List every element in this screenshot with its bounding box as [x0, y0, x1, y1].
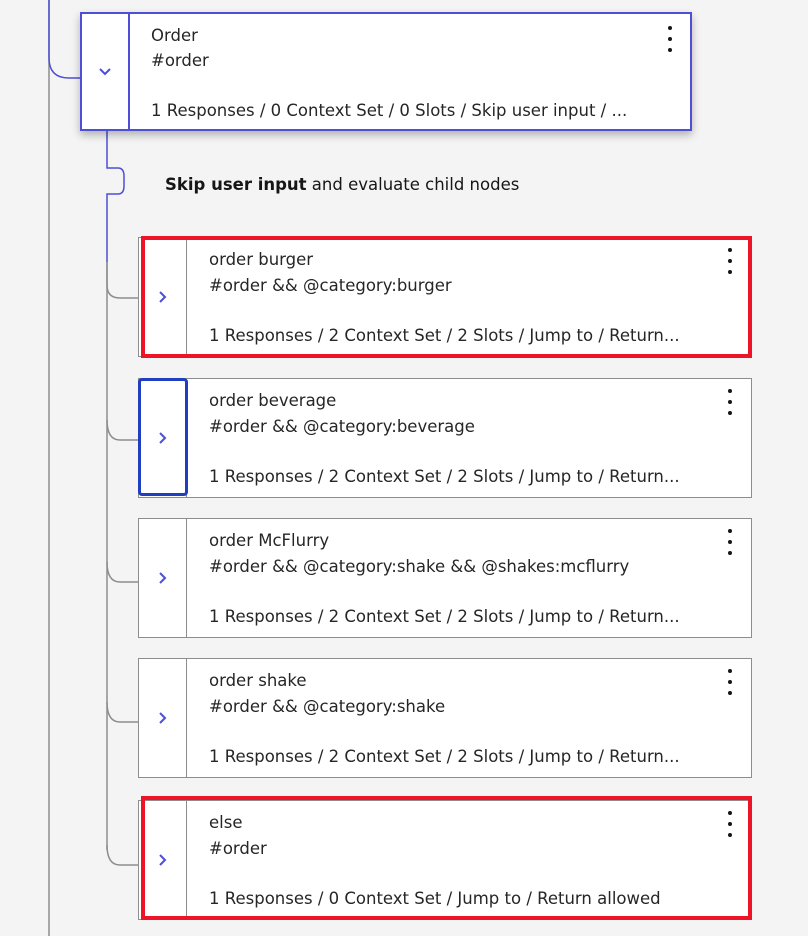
expand-toggle-button[interactable]	[139, 238, 187, 356]
chevron-right-icon	[158, 712, 166, 724]
overflow-menu-vertical-icon[interactable]	[723, 389, 737, 415]
chevron-right-icon	[158, 291, 166, 303]
node-summary: 1 Responses / 0 Context Set / Jump to / …	[209, 889, 661, 908]
overflow-menu-vertical-icon[interactable]	[723, 811, 737, 837]
dialog-node-order-burger[interactable]: order burger #order && @category:burger …	[138, 237, 752, 357]
node-title: order beverage	[209, 391, 337, 410]
expand-toggle-button[interactable]	[139, 519, 187, 637]
node-condition: #order && @category:shake	[209, 697, 446, 716]
node-summary: 1 Responses / 0 Context Set / 0 Slots / …	[151, 101, 628, 120]
dialog-node-order-beverage[interactable]: order beverage #order && @category:bever…	[138, 378, 752, 498]
skip-user-input-description: and evaluate child nodes	[306, 175, 520, 194]
node-title: Order	[151, 26, 198, 45]
child-branch-1	[106, 419, 138, 441]
dialog-node-order[interactable]: Order #order 1 Responses / 0 Context Set…	[80, 12, 692, 131]
node-title: order McFlurry	[209, 531, 330, 550]
chevron-right-icon	[158, 572, 166, 584]
child-branch-0	[106, 262, 138, 299]
overflow-menu-vertical-icon[interactable]	[723, 529, 737, 555]
node-title: else	[209, 813, 243, 832]
chevron-down-icon	[99, 67, 111, 75]
node-title: order burger	[209, 250, 314, 269]
node-condition: #order && @category:beverage	[209, 417, 475, 436]
node-summary: 1 Responses / 2 Context Set / 2 Slots / …	[209, 326, 680, 345]
focus-ring	[138, 378, 188, 496]
node-summary: 1 Responses / 2 Context Set / 2 Slots / …	[209, 467, 680, 486]
overflow-menu-vertical-icon[interactable]	[723, 669, 737, 695]
expand-toggle-button[interactable]	[139, 659, 187, 777]
dialog-node-else[interactable]: else #order 1 Responses / 0 Context Set …	[138, 800, 752, 920]
dialog-node-order-shake[interactable]: order shake #order && @category:shake 1 …	[138, 658, 752, 778]
child-branch-4	[106, 844, 138, 866]
node-condition: #order && @category:burger	[209, 276, 452, 295]
chevron-right-icon	[158, 854, 166, 866]
child-branch-3	[106, 701, 138, 723]
skip-user-input-label: Skip user input	[165, 175, 307, 194]
parent-child-connector	[106, 131, 125, 262]
child-branch-2	[106, 561, 138, 583]
skip-user-input-notice: Skip user input and evaluate child nodes	[165, 175, 519, 194]
node-summary: 1 Responses / 2 Context Set / 2 Slots / …	[209, 607, 680, 626]
collapse-toggle-button[interactable]	[82, 14, 130, 129]
overflow-menu-vertical-icon[interactable]	[723, 248, 737, 274]
expand-toggle-button[interactable]	[139, 801, 187, 919]
node-condition: #order	[209, 839, 267, 858]
dialog-node-order-mcflurry[interactable]: order McFlurry #order && @category:shake…	[138, 518, 752, 638]
node-summary: 1 Responses / 2 Context Set / 2 Slots / …	[209, 747, 680, 766]
node-condition: #order && @category:shake && @shakes:mcf…	[209, 557, 630, 576]
node-condition: #order	[151, 51, 209, 70]
parent-connector-curve	[48, 0, 80, 79]
overflow-menu-vertical-icon[interactable]	[663, 26, 677, 52]
node-title: order shake	[209, 671, 307, 690]
